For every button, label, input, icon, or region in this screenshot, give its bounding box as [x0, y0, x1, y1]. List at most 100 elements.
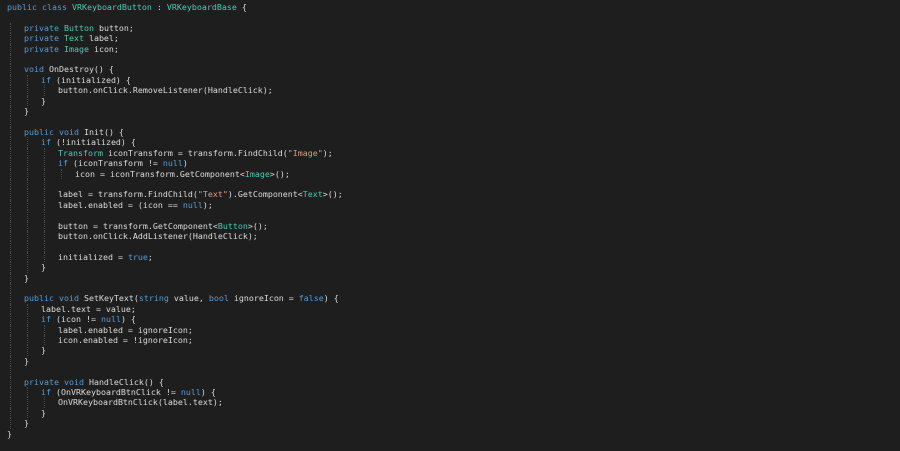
indent-guide — [10, 272, 11, 283]
code-token: button.onClick.RemoveListener(HandleClic… — [58, 85, 273, 96]
code-line-content: } — [24, 273, 29, 283]
code-token: null — [182, 199, 203, 210]
indent-guide — [27, 178, 28, 190]
code-token: ) { — [200, 387, 216, 398]
code-token: bool — [208, 293, 229, 304]
indent-guide — [27, 262, 28, 273]
indent-guide — [44, 158, 45, 169]
indent-guide — [44, 220, 45, 231]
code-token: null — [180, 387, 201, 398]
code-line-content: } — [7, 429, 12, 439]
code-token: } — [24, 106, 29, 117]
code-line-content: button.onClick.RemoveListener(HandleClic… — [58, 85, 273, 95]
indent-guide — [27, 199, 28, 211]
code-line-content: initialized = true; — [58, 252, 153, 262]
code-token: class — [41, 2, 67, 12]
code-line-content: if (OnVRKeyboardBtnClick != null) { — [41, 387, 216, 397]
code-token: SetKeyText( — [78, 293, 139, 304]
indent-guide — [44, 210, 45, 221]
indent-guide — [10, 324, 11, 335]
code-token: private — [24, 33, 59, 44]
code-token: } — [24, 418, 29, 429]
code-token: >(); — [247, 220, 268, 231]
code-token: public — [24, 126, 54, 137]
code-line-content: void OnDestroy() { — [24, 64, 114, 74]
indent-guide — [10, 54, 11, 65]
indent-guide — [10, 355, 11, 367]
code-token: } — [41, 407, 46, 418]
code-token: Image — [244, 168, 270, 179]
indent-guide — [44, 230, 45, 242]
code-token: ).GetComponent< — [227, 189, 303, 200]
code-token: label; — [83, 33, 119, 44]
code-token: true — [127, 251, 148, 262]
code-token: void — [63, 376, 84, 387]
indent-guide — [27, 147, 28, 159]
code-line-content: if (icon != null) { — [41, 314, 136, 324]
code-token: ; — [147, 251, 153, 262]
code-token: VRKeyboardBase — [166, 2, 237, 12]
code-token: ) { — [120, 314, 136, 325]
code-line-content: private void HandleClick() { — [24, 377, 164, 387]
indent-guide — [27, 85, 28, 96]
code-editor[interactable]: public class VRKeyboardButton : VRKeyboa… — [0, 0, 900, 451]
indent-guide — [10, 106, 11, 117]
code-token: private — [24, 22, 59, 33]
code-token: (!initialized) { — [51, 137, 136, 148]
indent-guide — [27, 137, 28, 148]
code-token: HandleClick() { — [83, 376, 164, 387]
indent-guide — [10, 199, 11, 211]
code-line-content: Transform iconTransform = transform.Find… — [58, 148, 333, 158]
code-token: "Image" — [287, 147, 323, 158]
code-line-content: label = transform.FindChild("Text").GetC… — [58, 189, 343, 199]
code-token: void — [58, 126, 79, 137]
code-token: button = transform.GetComponent< — [58, 220, 218, 231]
indent-guide — [10, 376, 11, 388]
indent-guide — [10, 126, 11, 138]
code-token: ignoreIcon = — [228, 293, 299, 304]
code-token: (icon != — [51, 314, 101, 325]
code-line-content: label.enabled = ignoreIcon; — [58, 325, 193, 335]
indent-guide — [44, 147, 45, 159]
indent-guide — [10, 74, 11, 86]
code-token: if — [58, 158, 68, 169]
code-token: OnDestroy() { — [43, 64, 114, 75]
code-line-content: } — [24, 418, 29, 428]
indent-guide — [44, 85, 45, 96]
code-token: private — [24, 376, 59, 387]
indent-guide — [27, 251, 28, 263]
indent-guide — [27, 303, 28, 315]
code-line-content: } — [41, 262, 46, 272]
code-line-content: icon.enabled = !ignoreIcon; — [58, 335, 193, 345]
code-line-content: if (iconTransform != null) — [58, 158, 188, 168]
indent-guide — [10, 262, 11, 273]
indent-guide — [10, 168, 11, 179]
code-line-content: } — [24, 356, 29, 366]
indent-guide — [44, 199, 45, 211]
code-line-content: button = transform.GetComponent<Button>(… — [58, 221, 268, 231]
code-token: Image — [63, 43, 89, 54]
indent-guide — [44, 241, 45, 252]
indent-guide — [27, 241, 28, 252]
code-token: } — [24, 272, 29, 283]
indent-guide — [10, 158, 11, 169]
indent-guide — [10, 22, 11, 34]
indent-guide — [44, 251, 45, 263]
code-token: button; — [93, 22, 134, 33]
indent-guide — [27, 397, 28, 408]
indent-guide — [44, 324, 45, 335]
indent-guide — [44, 335, 45, 346]
indent-guide — [44, 189, 45, 200]
code-line-content: } — [41, 96, 46, 106]
code-line-content: } — [24, 106, 29, 116]
code-token: ) { — [323, 293, 339, 304]
code-line-content: public void SetKeyText(string value, boo… — [24, 293, 339, 303]
code-line-content: } — [41, 345, 46, 355]
indent-guide — [27, 335, 28, 346]
indent-guide — [10, 147, 11, 159]
code-token: Text — [302, 189, 323, 200]
code-token: Transform — [58, 147, 103, 158]
code-token: public — [7, 2, 37, 12]
indent-guide — [27, 407, 28, 419]
code-token: >(); — [322, 189, 343, 200]
